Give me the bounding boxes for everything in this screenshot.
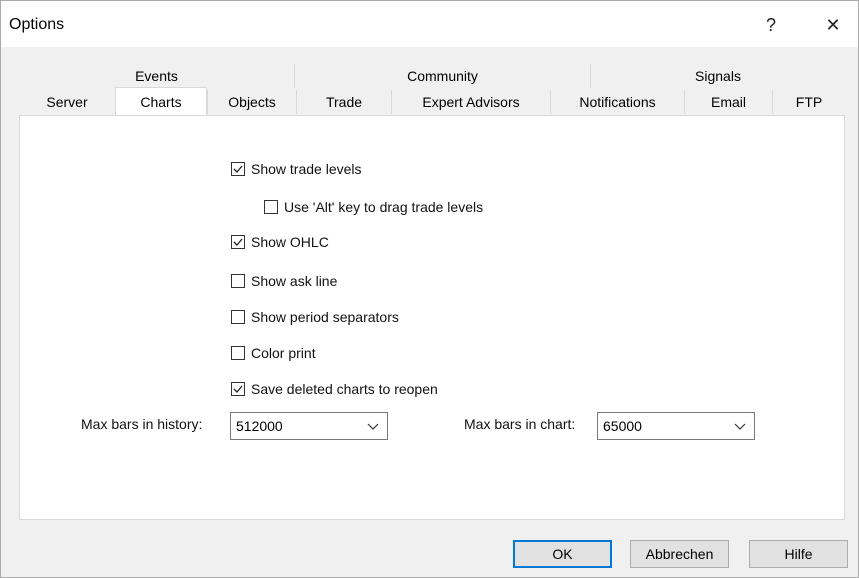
check-icon [233,165,243,173]
max-bars-history-select[interactable]: 512000 [230,412,388,440]
checkbox[interactable] [231,274,245,288]
tab-charts[interactable]: Charts [115,87,207,115]
checkbox-label: Use 'Alt' key to drag trade levels [284,199,484,215]
tab-row-bottom: Server Charts Objects Trade Expert Advis… [19,87,845,115]
tab-row-top: Events Community Signals [19,64,845,88]
max-bars-chart-select[interactable]: 65000 [597,412,755,440]
tab-trade[interactable]: Trade [296,90,391,114]
max-bars-chart-value: 65000 [603,418,642,434]
use-alt-key-option[interactable]: Use 'Alt' key to drag trade levels [264,197,483,217]
show-trade-levels-option[interactable]: Show trade levels [231,159,362,179]
tab-objects[interactable]: Objects [207,90,296,114]
check-icon [233,385,243,393]
tab-events[interactable]: Events [19,64,294,88]
tab-signals[interactable]: Signals [590,64,845,88]
checkbox[interactable] [264,200,278,214]
close-icon[interactable]: ✕ [811,7,855,43]
help-button[interactable]: Hilfe [749,540,848,568]
options-dialog: Options ? ✕ Events Community Signals Ser… [0,0,859,578]
show-period-separators-option[interactable]: Show period separators [231,307,399,327]
chevron-down-icon [734,423,746,430]
check-icon [233,238,243,246]
checkbox[interactable] [231,346,245,360]
tab-server[interactable]: Server [19,90,115,114]
show-ask-line-option[interactable]: Show ask line [231,271,337,291]
color-print-option[interactable]: Color print [231,343,316,363]
checkbox-label: Save deleted charts to reopen [251,381,438,397]
tab-ftp[interactable]: FTP [772,90,845,114]
checkbox-label: Show period separators [251,309,399,325]
checkbox-label: Show OHLC [251,234,329,250]
charts-panel: Show trade levels Use 'Alt' key to drag … [19,115,845,520]
chevron-down-icon [367,423,379,430]
ok-button[interactable]: OK [513,540,612,568]
checkbox[interactable] [231,235,245,249]
checkbox[interactable] [231,310,245,324]
save-deleted-charts-option[interactable]: Save deleted charts to reopen [231,379,438,399]
title-bar: Options ? ✕ [1,1,858,47]
max-bars-chart-label: Max bars in chart: [464,416,576,432]
help-icon[interactable]: ? [749,7,793,43]
show-ohlc-option[interactable]: Show OHLC [231,232,329,252]
checkbox-label: Show trade levels [251,161,362,177]
checkbox[interactable] [231,162,245,176]
tab-email[interactable]: Email [684,90,772,114]
tab-expert-advisors[interactable]: Expert Advisors [391,90,550,114]
tab-notifications[interactable]: Notifications [550,90,684,114]
tab-community[interactable]: Community [294,64,590,88]
checkbox-label: Color print [251,345,316,361]
dialog-title: Options [9,16,65,33]
max-bars-history-label: Max bars in history: [81,416,203,432]
max-bars-history-value: 512000 [236,418,283,434]
checkbox-label: Show ask line [251,273,338,289]
cancel-button[interactable]: Abbrechen [630,540,729,568]
checkbox[interactable] [231,382,245,396]
